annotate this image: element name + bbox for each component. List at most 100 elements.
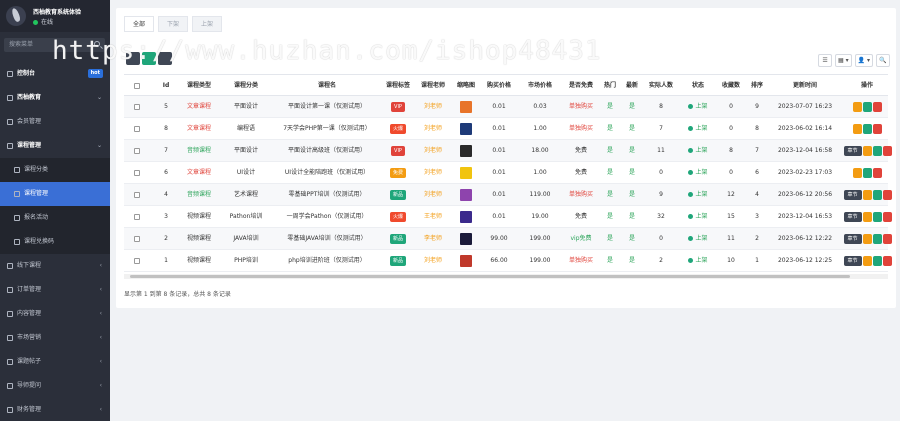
- delete-row-button[interactable]: [873, 101, 882, 112]
- course-thumbnail[interactable]: [460, 122, 472, 135]
- sidebar-item-course-category[interactable]: 课程分类: [0, 158, 110, 182]
- sidebar-item-finance[interactable]: 财务管理 ‹: [0, 398, 110, 421]
- chapter-button[interactable]: 章节: [843, 189, 862, 200]
- delete-row-button[interactable]: [882, 233, 892, 244]
- more-button[interactable]: [853, 101, 862, 112]
- horizontal-scrollbar[interactable]: [124, 274, 888, 279]
- sidebar-item-course-admin[interactable]: 课程管理 ⌄: [0, 134, 110, 158]
- sidebar-item-orders[interactable]: 订单管理 ‹: [0, 278, 110, 302]
- cell-sort: 1: [755, 257, 759, 264]
- chapter-button[interactable]: 章节: [843, 233, 862, 244]
- course-thumbnail[interactable]: [460, 100, 472, 113]
- delete-row-button[interactable]: [882, 255, 892, 266]
- row-checkbox[interactable]: [134, 125, 140, 132]
- sidebar-item-xiyou[interactable]: 西柚教育 ⌄: [0, 86, 110, 110]
- cell-thumb: [454, 206, 478, 228]
- export-button[interactable]: 👤 ▾: [854, 54, 873, 67]
- cell-status[interactable]: 上架: [680, 206, 716, 228]
- cell-status[interactable]: 上架: [680, 96, 716, 118]
- edit-row-button[interactable]: [863, 123, 872, 134]
- sidebar-item-content[interactable]: 内容管理 ‹: [0, 302, 110, 326]
- more-button[interactable]: [862, 255, 872, 266]
- cell-status[interactable]: 上架: [680, 162, 716, 184]
- delete-row-button[interactable]: [873, 123, 882, 134]
- delete-row-button[interactable]: [882, 211, 892, 222]
- row-checkbox[interactable]: [134, 213, 140, 220]
- row-checkbox[interactable]: [134, 257, 140, 264]
- cell-market: 1.00: [533, 125, 547, 132]
- edit-row-button[interactable]: [872, 145, 882, 156]
- edit-row-button[interactable]: [872, 233, 882, 244]
- chapter-button[interactable]: 章节: [843, 255, 862, 266]
- sidebar-item-redeem-code[interactable]: 课程兑换码: [0, 230, 110, 254]
- columns-button[interactable]: ▦ ▾: [835, 54, 852, 67]
- search-button[interactable]: 🔍: [876, 54, 890, 67]
- table-row[interactable]: 2 视频课程 JAVA培训 零基础JAVA培训（仅测试用） 新品 李老师 99.00 199.…: [124, 228, 892, 250]
- edit-row-button[interactable]: [872, 189, 882, 200]
- table-row[interactable]: 6 文章课程 UI设计 UI设计全能陪跑班（仅测试用） 免费 刘老师 0.01 1.00 免费 是…: [124, 162, 888, 184]
- sidebar-item-members[interactable]: 会员管理: [0, 110, 110, 134]
- cell-fav: 12: [727, 191, 735, 198]
- row-checkbox[interactable]: [134, 103, 140, 110]
- cell-name[interactable]: 平面设计高级班（仅测试用）: [274, 140, 380, 162]
- more-button[interactable]: [862, 145, 872, 156]
- table-row[interactable]: 5 文章课程 平面设计 平面设计第一课（仅测试用） VIP 刘老师 0.01 0.03 单独购买…: [124, 96, 888, 118]
- course-thumbnail[interactable]: [460, 188, 472, 201]
- toggle-view-button[interactable]: ☰: [818, 54, 833, 67]
- table-row[interactable]: 8 文章课程 编程语 7天学会PHP第一课（仅测试用） 火爆 刘老师 0.01 1.00 单独购…: [124, 118, 888, 140]
- scrollbar-thumb[interactable]: [130, 275, 850, 278]
- avatar[interactable]: [6, 6, 26, 26]
- row-checkbox[interactable]: [134, 235, 140, 242]
- sidebar-item-questions[interactable]: 导师提问 ‹: [0, 374, 110, 398]
- more-button[interactable]: [862, 189, 872, 200]
- cell-name[interactable]: php培训进阶班（仅测试用）: [274, 250, 380, 272]
- edit-row-button[interactable]: [863, 101, 872, 112]
- cell-name[interactable]: UI设计全能陪跑班（仅测试用）: [274, 162, 380, 184]
- edit-row-button[interactable]: [872, 211, 882, 222]
- sidebar-item-marketing[interactable]: 市场营销 ‹: [0, 326, 110, 350]
- sidebar-item-offline[interactable]: 线下课程 ‹: [0, 254, 110, 278]
- cell-name[interactable]: 7天学会PHP第一课（仅测试用）: [274, 118, 380, 140]
- more-button[interactable]: [862, 233, 872, 244]
- select-all-checkbox[interactable]: [130, 75, 144, 97]
- more-button[interactable]: [853, 123, 862, 134]
- cell-status[interactable]: 上架: [680, 140, 716, 162]
- row-checkbox[interactable]: [134, 169, 140, 176]
- tab-online[interactable]: 上架: [192, 16, 223, 32]
- delete-row-button[interactable]: [882, 189, 892, 200]
- sidebar-item-signup[interactable]: 报名活动: [0, 206, 110, 230]
- cell-status[interactable]: 上架: [680, 228, 716, 250]
- cell-status[interactable]: 上架: [680, 250, 716, 272]
- tab-offline[interactable]: 下架: [158, 16, 189, 32]
- cell-name[interactable]: 零基础PPT培训（仅测试用）: [274, 184, 380, 206]
- cell-name[interactable]: 一周学会Pathon（仅测试用）: [274, 206, 380, 228]
- table-row[interactable]: 3 视频课程 Pathon培训 一周学会Pathon（仅测试用） 火爆 王老师 0.01 19…: [124, 206, 892, 228]
- edit-row-button[interactable]: [872, 255, 882, 266]
- cell-name[interactable]: 零基础JAVA培训（仅测试用）: [274, 228, 380, 250]
- table-row[interactable]: 7 音频课程 平面设计 平面设计高级班（仅测试用） VIP 刘老师 0.01 18.00 免费 是…: [124, 140, 892, 162]
- row-checkbox[interactable]: [134, 147, 140, 154]
- delete-row-button[interactable]: [873, 167, 882, 178]
- chapter-button[interactable]: 章节: [843, 211, 862, 222]
- checkbox[interactable]: [134, 82, 140, 89]
- delete-row-button[interactable]: [882, 145, 892, 156]
- chapter-button[interactable]: 章节: [843, 145, 862, 156]
- tab-all[interactable]: 全部: [124, 16, 155, 32]
- course-thumbnail[interactable]: [460, 210, 472, 223]
- course-thumbnail[interactable]: [460, 166, 472, 179]
- table-row[interactable]: 4 音频课程 艺术课程 零基础PPT培训（仅测试用） 新品 刘老师 0.01 119.00 单独…: [124, 184, 892, 206]
- cell-status[interactable]: 上架: [680, 184, 716, 206]
- edit-row-button[interactable]: [863, 167, 872, 178]
- sidebar-item-posts[interactable]: 课题帖子 ‹: [0, 350, 110, 374]
- table-row[interactable]: 1 视频课程 PHP培训 php培训进阶班（仅测试用） 新品 刘老师 66.00 199.00…: [124, 250, 892, 272]
- cell-name[interactable]: 平面设计第一课（仅测试用）: [274, 96, 380, 118]
- cell-status[interactable]: 上架: [680, 118, 716, 140]
- more-button[interactable]: [862, 211, 872, 222]
- cell-fav: 10: [727, 257, 735, 264]
- sidebar-item-course-manage[interactable]: 课程管理: [0, 182, 110, 206]
- row-checkbox[interactable]: [134, 191, 140, 198]
- more-button[interactable]: [853, 167, 862, 178]
- course-thumbnail[interactable]: [460, 232, 472, 245]
- course-thumbnail[interactable]: [460, 144, 472, 157]
- course-thumbnail[interactable]: [460, 254, 472, 267]
